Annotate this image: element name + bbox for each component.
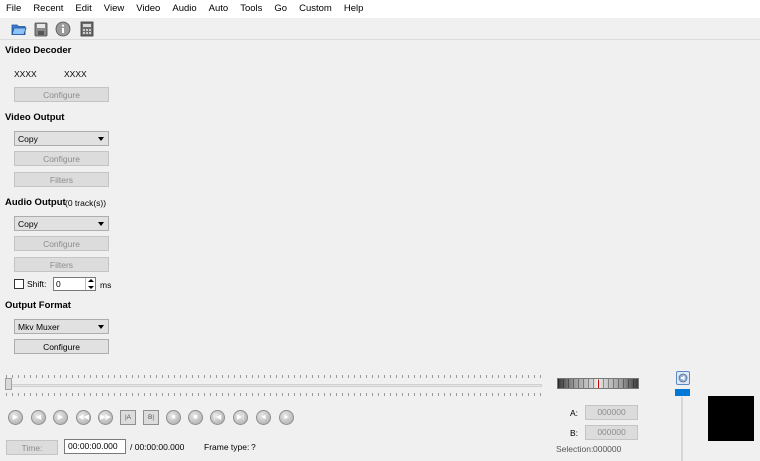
audio-filters-button[interactable]: Filters [14,257,109,272]
menu-edit[interactable]: Edit [69,0,97,18]
video-decoder-codec-detail: XXXX [64,69,87,79]
menu-audio[interactable]: Audio [166,0,202,18]
video-decoder-codec: XXXX [14,69,37,79]
go-last-frame-icon[interactable]: ▶| [233,410,248,425]
previous-black-frame-icon[interactable]: ■ [166,410,181,425]
info-icon[interactable] [54,20,72,38]
time-button[interactable]: Time: [6,440,58,455]
arrow-up-icon [88,279,94,282]
menu-tools[interactable]: Tools [234,0,268,18]
forward-icon[interactable]: ▶ [53,410,68,425]
menu-video[interactable]: Video [130,0,166,18]
menu-bar: File Recent Edit View Video Audio Auto T… [0,0,760,18]
shift-unit: ms [100,280,112,290]
volume-icon[interactable] [676,371,690,385]
save-disk-icon[interactable] [32,20,50,38]
timeline-slider[interactable] [6,384,542,387]
stepper-arrows[interactable] [85,278,95,290]
menu-file[interactable]: File [0,0,27,18]
output-format-selected: Mkv Muxer [18,321,60,332]
chevron-down-icon [98,222,104,226]
rewind-icon[interactable]: ◀ [31,410,46,425]
menu-custom[interactable]: Custom [293,0,338,18]
jog-center-marker [598,380,599,388]
timeline-slider-handle[interactable] [5,378,12,390]
marker-a-label: A: [570,408,579,418]
audio-output-selected: Copy [18,218,38,229]
output-format-title: Output Format [5,300,71,311]
selection-label: Selection: [556,444,594,454]
next-cut-icon[interactable]: ► [279,410,294,425]
volume-slider-handle[interactable] [675,389,690,396]
video-output-selected: Copy [18,133,38,144]
total-time: / 00:00:00.000 [130,442,185,452]
open-folder-icon[interactable] [10,20,28,38]
arrow-down-icon [88,286,94,289]
marker-a-field[interactable]: 000000 [585,405,638,420]
video-output-configure-button[interactable]: Configure [14,151,109,166]
next-frame-icon[interactable]: ▶▶ [98,410,113,425]
menu-help[interactable]: Help [338,0,370,18]
next-black-frame-icon[interactable]: ■ [188,410,203,425]
slider-ticks-bottom [6,393,542,396]
current-time-field[interactable]: 00:00:00.000 [64,439,126,454]
marker-a-icon[interactable]: |A [120,410,136,425]
video-decoder-title: Video Decoder [5,45,72,56]
audio-output-configure-button[interactable]: Configure [14,236,109,251]
audio-output-title: Audio Output [5,197,66,208]
video-output-select[interactable]: Copy [14,131,109,146]
menu-go[interactable]: Go [268,0,293,18]
jog-shuttle[interactable] [557,378,639,389]
previous-cut-icon[interactable]: ◄ [256,410,271,425]
menu-view[interactable]: View [98,0,130,18]
video-output-title: Video Output [5,112,65,123]
chevron-down-icon [98,137,104,141]
play-icon[interactable]: ▶ [8,410,23,425]
shift-checkbox[interactable] [14,279,24,289]
marker-b-label: B: [570,428,579,438]
chevron-down-icon [98,325,104,329]
volume-slider[interactable] [681,397,683,461]
slider-ticks-top [6,375,542,378]
selection-value: 000000 [593,444,622,454]
menu-recent[interactable]: Recent [27,0,69,18]
output-format-configure-button[interactable]: Configure [14,339,109,354]
output-format-select[interactable]: Mkv Muxer [14,319,109,334]
audio-track-count: (0 track(s)) [65,198,107,208]
shift-value: 0 [56,279,61,289]
previous-frame-icon[interactable]: ◀◀ [76,410,91,425]
video-preview [708,396,754,441]
frame-type-value: ? [251,442,256,452]
toolbar [0,18,760,40]
shift-label: Shift: [27,279,47,289]
menu-auto[interactable]: Auto [203,0,235,18]
frame-type-label: Frame type: [204,442,250,452]
video-decoder-configure-button[interactable]: Configure [14,87,109,102]
video-filters-button[interactable]: Filters [14,172,109,187]
marker-b-icon[interactable]: B| [143,410,159,425]
go-first-frame-icon[interactable]: |◀ [210,410,225,425]
marker-b-field[interactable]: 000000 [585,425,638,440]
calculator-icon[interactable] [78,20,96,38]
audio-output-select[interactable]: Copy [14,216,109,231]
shift-stepper[interactable]: 0 [53,277,96,291]
